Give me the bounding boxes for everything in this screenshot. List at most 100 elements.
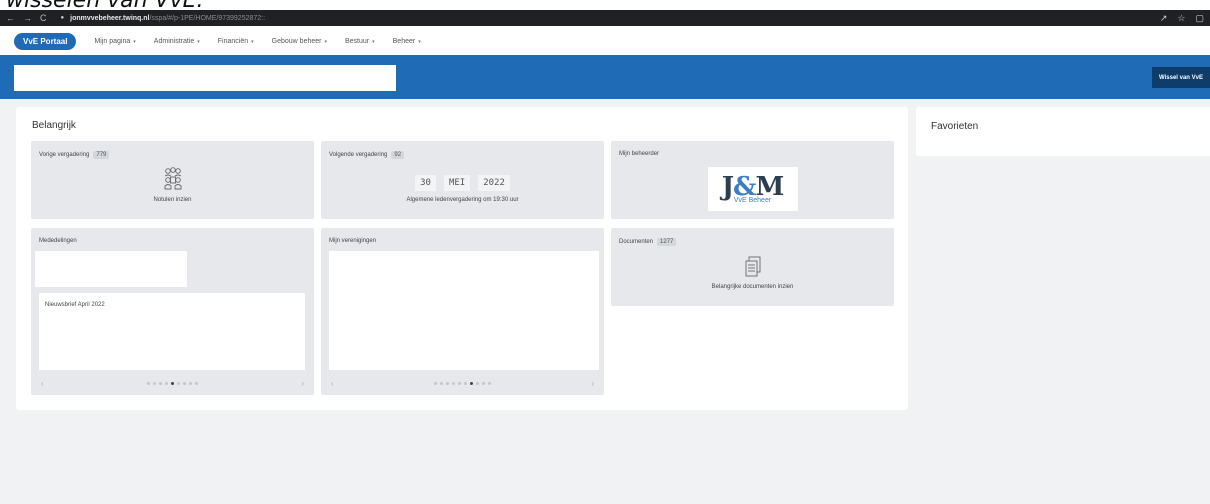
address-bar[interactable]: ● jonmvvebeheer.twinq.nl/sspa/#/p-1PE/HO… (61, 15, 266, 22)
caption-text: wisselen van VvE. (6, 0, 204, 10)
favorites-panel: Favorieten (916, 107, 1210, 156)
carousel-dot[interactable] (165, 382, 168, 385)
carousel-dot[interactable] (464, 382, 467, 385)
documents-icon (745, 256, 760, 277)
minutes-link[interactable]: Notulen inzien (153, 197, 191, 203)
carousel-dot[interactable] (440, 382, 443, 385)
card-title-row: Mededelingen (39, 238, 77, 244)
card-title-row: Volgende vergadering 92 (329, 151, 405, 159)
carousel-dot[interactable] (177, 382, 180, 385)
browser-toolbar: ← → C ● jonmvvebeheer.twinq.nl/sspa/#/p-… (0, 10, 1210, 26)
carousel-dot[interactable] (159, 382, 162, 385)
menu-label: Administratie (153, 38, 195, 45)
menu-administratie[interactable]: Administratie ▾ (154, 38, 200, 45)
carousel-dot[interactable] (482, 382, 485, 385)
menu-label: Beheer (392, 38, 416, 45)
important-panel: Belangrijk Vorige vergadering 779 Notule… (16, 107, 908, 410)
association-slide[interactable] (329, 251, 599, 370)
carousel-dot[interactable] (153, 382, 156, 385)
chevron-down-icon: ▾ (372, 38, 375, 45)
carousel-dot[interactable] (488, 382, 491, 385)
card-body: 30 MEI 2022 Algemene ledenvergadering om… (321, 175, 604, 203)
documents-link[interactable]: Belangrijke documenten inzien (712, 284, 794, 290)
vve-search-input[interactable] (14, 65, 396, 91)
card-next-meeting[interactable]: Volgende vergadering 92 30 MEI 2022 Alge… (321, 141, 604, 219)
dashboard-content: Belangrijk Vorige vergadering 779 Notule… (0, 99, 1210, 504)
card-title: Vorige vergadering (39, 152, 90, 158)
manager-logo: J&M VvE Beheer (707, 167, 798, 211)
panel-icon[interactable]: ▢ (1195, 13, 1204, 24)
menu-bestuur[interactable]: Bestuur ▾ (345, 38, 375, 45)
chevron-down-icon: ▾ (418, 38, 421, 45)
date-month: MEI (443, 175, 471, 191)
menu-label: Mijn pagina (94, 38, 131, 45)
card-my-manager[interactable]: Mijn beheerder J&M VvE Beheer (611, 141, 894, 219)
main-navigation: VvE Portaal Mijn pagina ▾ Administratie ▾ … (0, 28, 1210, 55)
share-icon[interactable]: ↗ (1160, 13, 1168, 24)
card-title-row: Mijn beheerder (619, 151, 659, 157)
carousel-dot[interactable] (171, 382, 174, 385)
url-host: jonmvvebeheer.twinq.nl (70, 14, 150, 22)
meeting-date: 30 MEI 2022 (415, 175, 510, 191)
card-previous-meeting[interactable]: Vorige vergadering 779 Notulen inzien (31, 141, 314, 219)
chevron-down-icon: ▾ (197, 38, 200, 45)
date-year: 2022 (478, 175, 510, 191)
chevron-down-icon: ▾ (324, 38, 327, 45)
card-title-row: Mijn verenigingen (329, 238, 376, 244)
menu-label: Bestuur (345, 38, 370, 45)
carousel-dot[interactable] (434, 382, 437, 385)
card-title: Documenten (619, 239, 654, 245)
carousel-dot[interactable] (147, 382, 150, 385)
announcement-image (35, 251, 187, 287)
card-body: Belangrijke documenten inzien (611, 256, 894, 290)
date-day: 30 (415, 175, 436, 191)
switch-vve-button[interactable]: Wissel van VvE (1152, 67, 1210, 88)
carousel-dot[interactable] (446, 382, 449, 385)
count-badge: 1277 (657, 238, 677, 246)
carousel-dot[interactable] (189, 382, 192, 385)
browser-actions: ↗ ☆ ▢ (1160, 13, 1210, 24)
brand-button[interactable]: VvE Portaal (14, 33, 77, 50)
meeting-description: Algemene ledenvergadering om 19:30 uur (406, 197, 519, 203)
logo-subtitle: VvE Beheer (733, 197, 772, 204)
back-icon[interactable]: ← (6, 13, 15, 23)
announcement-item[interactable]: Nieuwsbrief April 2022 (39, 293, 305, 370)
carousel-dot[interactable] (476, 382, 479, 385)
forward-icon[interactable]: → (23, 13, 32, 23)
people-icon (164, 167, 181, 190)
carousel-dot[interactable] (183, 382, 186, 385)
chevron-down-icon: ▾ (133, 38, 136, 45)
carousel-dot[interactable] (458, 382, 461, 385)
chevron-down-icon: ▾ (251, 38, 254, 45)
count-badge: 779 (93, 151, 110, 159)
card-documents[interactable]: Documenten 1277 Belangrijke documenten i… (611, 228, 894, 306)
card-title-row: Documenten 1277 (619, 238, 677, 246)
card-title: Volgende vergadering (329, 152, 388, 158)
announcement-title: Nieuwsbrief April 2022 (45, 302, 105, 308)
carousel-dot[interactable] (195, 382, 198, 385)
menu-gebouw-beheer[interactable]: Gebouw beheer ▾ (272, 38, 327, 45)
card-title-row: Vorige vergadering 779 (39, 151, 110, 159)
card-body: J&M VvE Beheer (611, 167, 894, 211)
card-title: Mijn verenigingen (329, 238, 377, 244)
card-title: Mijn beheerder (619, 151, 660, 157)
menu-label: Financiën (217, 38, 249, 45)
carousel-dot[interactable] (452, 382, 455, 385)
carousel-dots (31, 382, 314, 385)
favorites-title: Favorieten (931, 121, 979, 132)
bookmark-star-icon[interactable]: ☆ (1177, 13, 1185, 24)
logo-letter-j: J (721, 172, 734, 202)
menu-beheer[interactable]: Beheer ▾ (393, 38, 421, 45)
important-title: Belangrijk (32, 120, 76, 131)
card-my-associations: Mijn verenigingen ‹ › (321, 228, 604, 395)
menu-financien[interactable]: Financiën ▾ (218, 38, 254, 45)
menu-mijn-pagina[interactable]: Mijn pagina ▾ (94, 38, 135, 45)
header-band: Wissel van VvE (0, 55, 1210, 99)
carousel-dot[interactable] (470, 382, 473, 385)
lock-icon: ● (60, 15, 65, 21)
count-badge: 92 (391, 151, 405, 159)
reload-icon[interactable]: C (40, 13, 47, 23)
card-title: Mededelingen (39, 238, 77, 244)
card-body: Notulen inzien (31, 167, 314, 203)
url-path: /sspa/#/p-1PE/HOME/97399252872:: (149, 14, 266, 22)
